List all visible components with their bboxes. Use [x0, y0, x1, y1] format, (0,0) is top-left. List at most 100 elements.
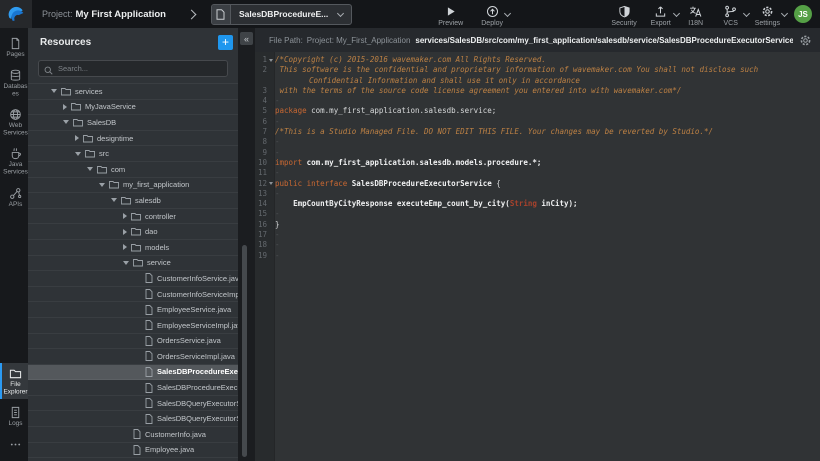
code-line[interactable]: 3 with the terms of the source code lice… [255, 86, 820, 96]
tree-item-services[interactable]: services [28, 84, 238, 100]
collapse-panel-button[interactable]: « [240, 32, 253, 45]
sidebar-item-databases[interactable]: Databases [0, 65, 28, 101]
vcs-button[interactable]: VCS [720, 2, 742, 27]
sidebar-item-pages[interactable]: Pages [0, 33, 28, 62]
collapse-arrow-icon[interactable] [123, 244, 127, 250]
add-resource-button[interactable]: + [218, 35, 233, 50]
tree-item-employeeserviceimpl-java[interactable]: EmployeeServiceImpl.java [28, 318, 238, 334]
code-line[interactable]: 15 [255, 209, 820, 219]
code-line[interactable]: 19 [255, 251, 820, 261]
sidebar-item-logs[interactable]: Logs [0, 402, 28, 431]
code-line[interactable]: 12public interface SalesDBProcedureExecu… [255, 179, 820, 189]
tree-item-service[interactable]: service [28, 256, 238, 272]
expand-arrow-icon[interactable] [111, 198, 117, 202]
code-line[interactable]: 4 [255, 96, 820, 106]
editor-area: File Path: Project: My_First_Application… [255, 28, 820, 461]
sidebar-item-file-explorer[interactable]: File Explorer [0, 363, 28, 399]
tree-item-customerinfo-java[interactable]: CustomerInfo.java [28, 427, 238, 443]
gutter-spacer [267, 96, 275, 106]
file-settings-gear-icon[interactable] [793, 34, 812, 47]
tree-item-com[interactable]: com [28, 162, 238, 178]
tree-item-salesdb[interactable]: salesdb [28, 193, 238, 209]
wavemaker-logo[interactable] [0, 0, 32, 28]
code-line[interactable]: 9 [255, 148, 820, 158]
file-selector-dropdown[interactable]: SalesDBProcedureE... [211, 4, 352, 25]
code-line[interactable]: 8 [255, 137, 820, 147]
tree-item-salesdbqueryexecutorservice-java[interactable]: SalesDBQueryExecutorService.java [28, 396, 238, 412]
globe-icon [9, 108, 22, 121]
code-editor[interactable]: 1/*Copyright (c) 2015-2016 wavemaker.com… [255, 52, 820, 461]
tree-item-customerinfoserviceimpl-java[interactable]: CustomerInfoServiceImpl.java [28, 287, 238, 303]
code-line[interactable]: 2 This software is the confidential and … [255, 65, 820, 86]
tree-item-models[interactable]: models [28, 240, 238, 256]
i18n-button[interactable]: I18N [685, 2, 707, 27]
sidebar-item-java-services[interactable]: Java Services [0, 143, 28, 179]
tree-item-myjavaservice[interactable]: MyJavaService [28, 100, 238, 116]
deploy-button[interactable]: Deploy [481, 2, 503, 27]
code-line[interactable]: 18 [255, 240, 820, 250]
expand-arrow-icon[interactable] [123, 261, 129, 265]
top-bar: Project:My First Application SalesDBProc… [0, 0, 820, 28]
folder-icon [131, 227, 141, 236]
tree-item-ordersservice-java[interactable]: OrdersService.java [28, 334, 238, 350]
tree-item-employeeservice-java[interactable]: EmployeeService.java [28, 302, 238, 318]
export-button[interactable]: Export [650, 2, 672, 27]
line-number: 7 [255, 127, 267, 137]
sidebar-item-more[interactable] [0, 434, 28, 454]
code-line[interactable]: 14 EmpCountByCityResponse executeEmp_cou… [255, 199, 820, 209]
tree-item-label: MyJavaService [85, 102, 136, 111]
code-line[interactable]: 6 [255, 117, 820, 127]
line-number: 14 [255, 199, 267, 209]
collapse-arrow-icon[interactable] [75, 135, 79, 141]
preview-button[interactable]: Preview [438, 2, 463, 27]
tree-item-designtime[interactable]: designtime [28, 131, 238, 147]
collapse-arrow-icon[interactable] [63, 104, 67, 110]
code-line[interactable]: 7/*This is a Studio Managed File. DO NOT… [255, 127, 820, 137]
security-button[interactable]: Security [611, 2, 636, 27]
code-line[interactable]: 10import com.my_first_application.salesd… [255, 158, 820, 168]
tree-item-salesdbprocedureexecutorservice-java[interactable]: SalesDBProcedureExecutorService.java [28, 365, 238, 381]
fold-arrow-icon[interactable] [267, 55, 275, 65]
action-label: Security [611, 20, 636, 27]
expand-arrow-icon[interactable] [99, 183, 105, 187]
expand-arrow-icon[interactable] [75, 152, 81, 156]
wavemaker-logo-icon [7, 5, 26, 24]
code-line[interactable]: 11 [255, 168, 820, 178]
tree-scrollbar[interactable] [242, 245, 247, 457]
sidebar-item-web-services[interactable]: Web Services [0, 104, 28, 140]
tree-item-salesdb[interactable]: SalesDB [28, 115, 238, 131]
sidebar-item-label: Pages [3, 51, 28, 58]
user-avatar[interactable]: JS [794, 5, 812, 23]
tree-item-controller[interactable]: controller [28, 209, 238, 225]
expand-arrow-icon[interactable] [63, 120, 69, 124]
tree-item-employee-java[interactable]: Employee.java [28, 443, 238, 459]
code-line[interactable]: 13 [255, 189, 820, 199]
search-input[interactable] [38, 60, 228, 77]
tree-item-my-first-application[interactable]: my_first_application [28, 178, 238, 194]
code-line[interactable]: 5package com.my_first_application.salesd… [255, 106, 820, 116]
project-label: Project: [42, 9, 73, 19]
expand-arrow-icon[interactable] [51, 89, 57, 93]
fold-arrow-icon[interactable] [267, 179, 275, 189]
fold-triangle [269, 182, 273, 185]
tree-item-label: OrdersService.java [157, 336, 221, 345]
collapse-arrow-icon[interactable] [123, 213, 127, 219]
sidebar-item-label: Java Services [3, 162, 28, 176]
tree-item-salesdbprocedureexecutorserviceimpl-java[interactable]: SalesDBProcedureExecutorServiceImpl.java [28, 380, 238, 396]
expand-arrow-icon[interactable] [87, 167, 93, 171]
sidebar-item-apis[interactable]: APIs [0, 183, 28, 212]
tree-item-dao[interactable]: dao [28, 224, 238, 240]
code-line[interactable]: 1/*Copyright (c) 2015-2016 wavemaker.com… [255, 55, 820, 65]
tree-item-label: SalesDBProcedureExecutorService.java [157, 367, 238, 376]
collapse-arrow-icon[interactable] [123, 229, 127, 235]
tree-item-src[interactable]: src [28, 146, 238, 162]
line-number: 3 [255, 86, 267, 96]
code-line[interactable]: 16} [255, 220, 820, 230]
settings-button[interactable]: Settings [755, 2, 780, 27]
tree-item-ordersserviceimpl-java[interactable]: OrdersServiceImpl.java [28, 349, 238, 365]
tree-item-salesdbqueryexecutorserviceimpl-java[interactable]: SalesDBQueryExecutorServiceImpl.java [28, 411, 238, 427]
code-line[interactable]: 17 [255, 230, 820, 240]
tree-item-label: salesdb [135, 196, 161, 205]
tree-item-customerinfoservice-java[interactable]: CustomerInfoService.java [28, 271, 238, 287]
tree-item-label: OrdersServiceImpl.java [157, 352, 235, 361]
